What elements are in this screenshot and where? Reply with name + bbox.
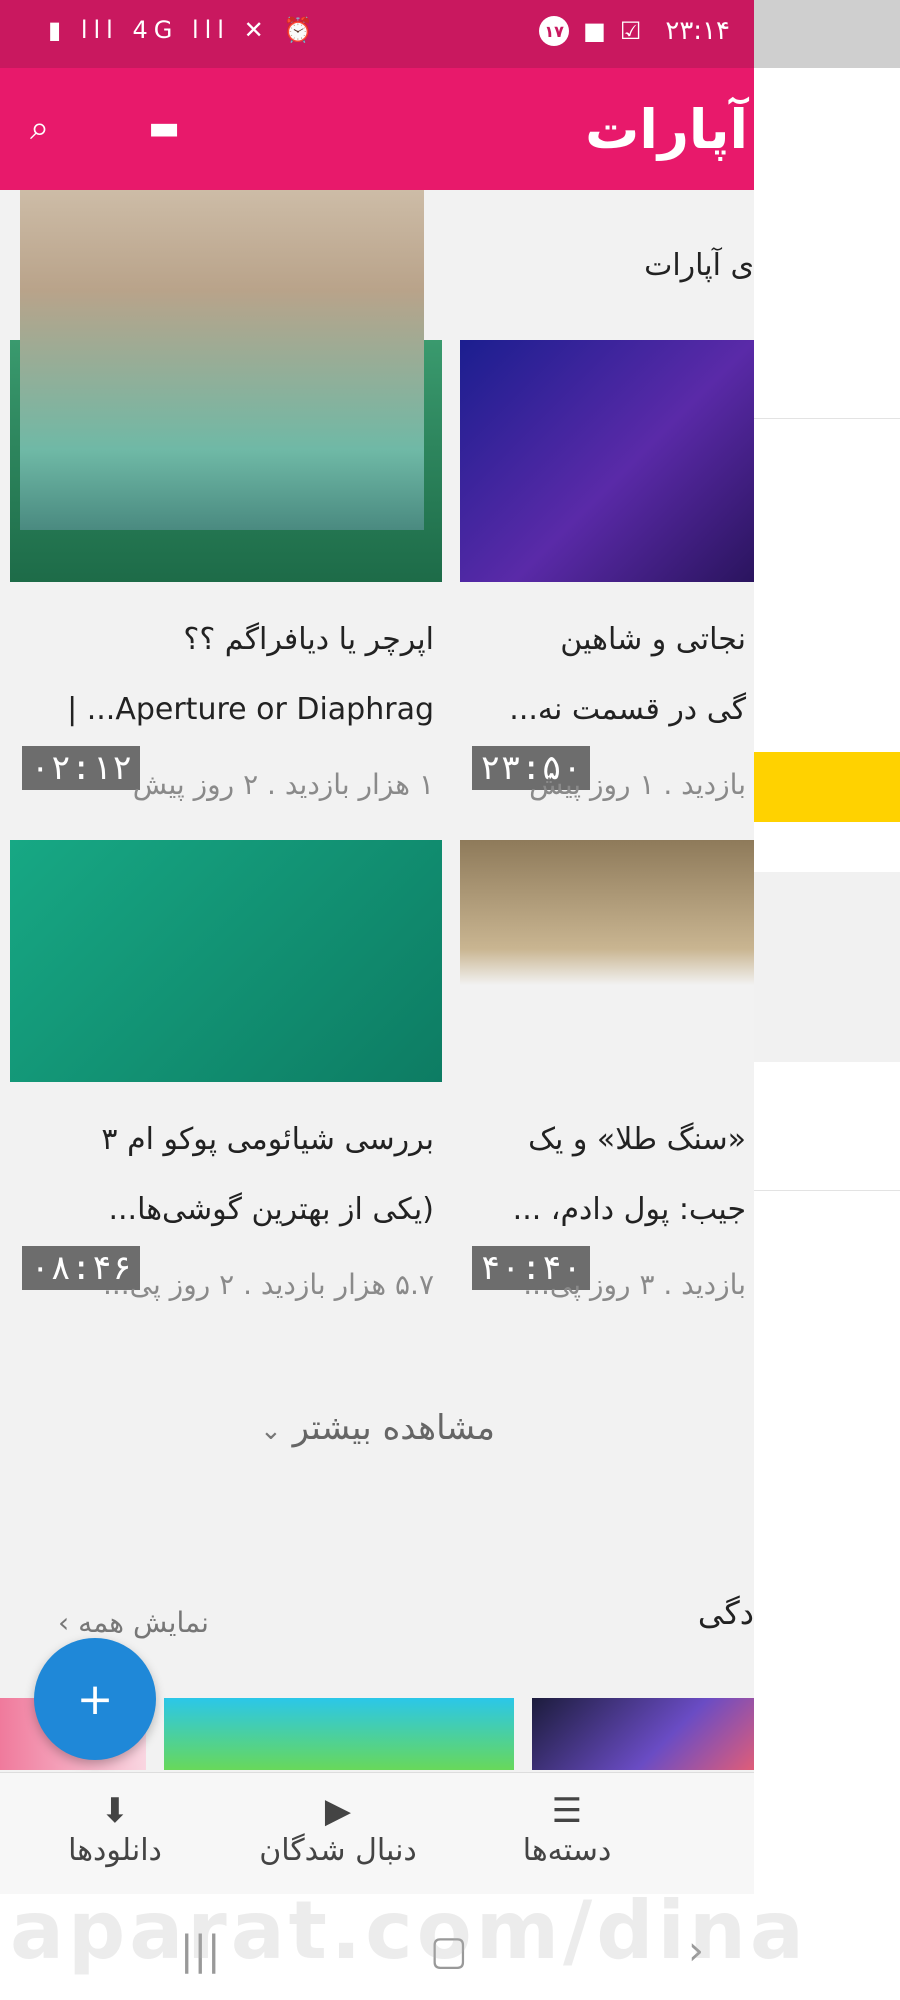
video-thumbnail[interactable] <box>10 840 442 1082</box>
nav-label: دانلودها <box>68 1833 162 1868</box>
camera-overlay <box>20 190 424 530</box>
panel-highlight <box>754 752 900 822</box>
video-meta: ۵.۷ هزار بازدید . ۲ روز پی... <box>102 1268 434 1301</box>
nav-categories[interactable]: ☰ دسته‌ها <box>502 1791 632 1868</box>
video-thumbnail[interactable] <box>164 1698 514 1770</box>
section-title: دگی <box>697 1594 754 1632</box>
video-thumbnail[interactable] <box>532 1698 754 1770</box>
nav-subscriptions[interactable]: ▶ دنبال شدگان <box>238 1791 438 1868</box>
chevron-left-icon: ‹ <box>58 1606 70 1639</box>
video-icon: ■ <box>583 17 606 45</box>
notification-badge: ۱۷ <box>539 16 570 46</box>
clock: ۲۳:۱۴ <box>665 16 730 46</box>
show-more-label: مشاهده بیشتر <box>292 1408 495 1448</box>
bottom-nav: ⬇ دانلودها ▶ دنبال شدگان ☰ دسته‌ها <box>0 1772 754 1895</box>
nav-label: دنبال شدگان <box>259 1833 417 1868</box>
video-title[interactable]: اپرچر یا دیافراگم ؟؟ <box>183 622 434 657</box>
upload-icon[interactable]: ▬ <box>148 108 180 148</box>
download-icon: ⬇ <box>100 1791 130 1831</box>
video-card[interactable]: ۲۳:۵۰ نجاتی و شاهین گی در قسمت نه... باز… <box>460 340 754 810</box>
list-icon: ☰ <box>551 1791 583 1831</box>
video-title-line2[interactable]: جیب: پول دادم، ... <box>513 1192 746 1227</box>
search-icon[interactable]: ⌕ <box>30 108 49 148</box>
section-title: ی آپارات <box>644 248 754 283</box>
watermark: aparat.com/dina <box>10 1884 808 1977</box>
side-panel <box>754 0 900 1894</box>
app-logo[interactable]: آپارات <box>585 98 748 161</box>
video-card[interactable]: ۰۸:۴۶ بررسی شیائومی پوکو ام ۳ (یکی از به… <box>10 840 442 1310</box>
status-bar: ▮ lll 4G lll ✕ ⏰ ۱۷ ■ ☑ ۲۳:۱۴ <box>0 0 754 68</box>
chevron-down-icon: ⌄ <box>260 1416 282 1446</box>
video-title-line2[interactable]: Aperture or Diaphrag... | <box>67 692 434 727</box>
nav-downloads[interactable]: ⬇ دانلودها <box>50 1791 180 1868</box>
video-duration: ۰۲:۱۲ <box>22 746 141 790</box>
video-title[interactable]: «سنگ طلا» و یک <box>528 1122 746 1157</box>
panel-band <box>754 0 900 68</box>
status-icons: ▮ lll 4G lll ✕ ⏰ <box>48 16 320 44</box>
video-card[interactable]: ۴۰:۴۰ «سنگ طلا» و یک جیب: پول دادم، ... … <box>460 840 754 1310</box>
show-more-button[interactable]: ⌄ مشاهده بیشتر <box>260 1408 495 1448</box>
video-thumbnail[interactable] <box>460 340 754 582</box>
video-title-line2[interactable]: گی در قسمت نه... <box>509 692 746 727</box>
video-meta: ۱ هزار بازدید . ۲ روز پیش <box>132 768 434 801</box>
subscriptions-icon: ▶ <box>324 1791 352 1831</box>
divider <box>754 418 900 419</box>
video-title[interactable]: نجاتی و شاهین <box>560 622 746 657</box>
check-icon: ☑ <box>619 17 642 45</box>
video-meta: بازدید . ۳ روز پی... <box>523 1268 746 1301</box>
video-title-line2[interactable]: (یکی از بهترین گوشی‌ها... <box>108 1192 434 1227</box>
app-header: ⌕ ▬ آپارات <box>0 68 754 190</box>
add-fab[interactable]: + <box>34 1638 156 1760</box>
nav-label: دسته‌ها <box>522 1833 612 1868</box>
main-content: ی آپارات ۰۲:۱۲ اپرچر یا دیافراگم ؟؟ Aper… <box>0 190 754 1772</box>
show-all-label: نمایش همه <box>78 1606 209 1639</box>
video-title[interactable]: بررسی شیائومی پوکو ام ۳ <box>101 1122 434 1157</box>
video-thumbnail[interactable] <box>460 840 754 1082</box>
video-meta: بازدید . ۱ روز پیش <box>529 768 746 801</box>
divider <box>754 1190 900 1191</box>
show-all-link[interactable]: ‹ نمایش همه <box>58 1606 209 1639</box>
panel-band <box>754 872 900 1062</box>
